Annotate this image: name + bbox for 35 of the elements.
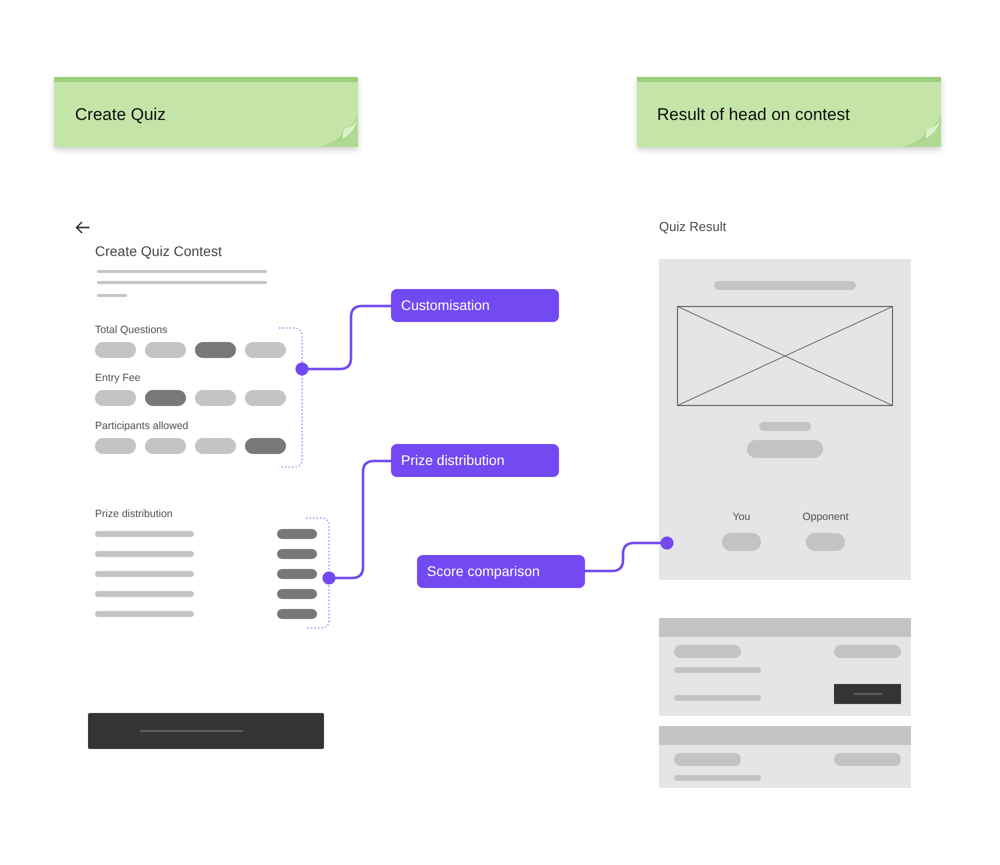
text-placeholder-line [97,294,127,297]
prize-amount-pill [277,609,317,619]
prize-amount-pill [277,589,317,599]
option-label: Total Questions [95,324,168,336]
option-label: Participants allowed [95,420,190,432]
prize-amount-pill [277,569,317,579]
screen-title: Create Quiz Contest [95,242,222,260]
option-pill[interactable] [195,342,236,358]
back-arrow-icon[interactable] [75,221,90,234]
option-label: Entry Fee [95,372,142,384]
note-title: Create Quiz [75,104,166,124]
score-label: Opponent [802,510,849,524]
option-pill[interactable] [245,438,286,454]
section-label: Prize distribution [95,508,173,520]
prize-amount-pill [277,549,317,559]
anchor-dot-icon [296,362,308,376]
callout-label: Score comparison [417,555,585,588]
anchor-dot-icon [660,536,674,550]
prize-amount-pill [277,529,317,539]
score-label: You [732,510,750,524]
callout-label: Customisation [391,289,559,322]
score-pill [722,533,761,551]
placeholder-pill [834,753,901,766]
score-pill [806,533,845,551]
screen-title: Quiz Result [659,219,728,235]
placeholder-bar [759,422,811,431]
option-pill[interactable] [145,390,186,406]
placeholder-pill [674,753,741,766]
placeholder-pill [674,645,741,658]
anchor-dot-icon [322,572,336,584]
action-button-placeholder[interactable] [834,684,901,704]
callout-label: Prize distribution [391,444,559,477]
submit-button-placeholder[interactable] [88,713,324,749]
placeholder-pill [834,645,901,658]
note-title: Result of head on contest [657,104,850,124]
